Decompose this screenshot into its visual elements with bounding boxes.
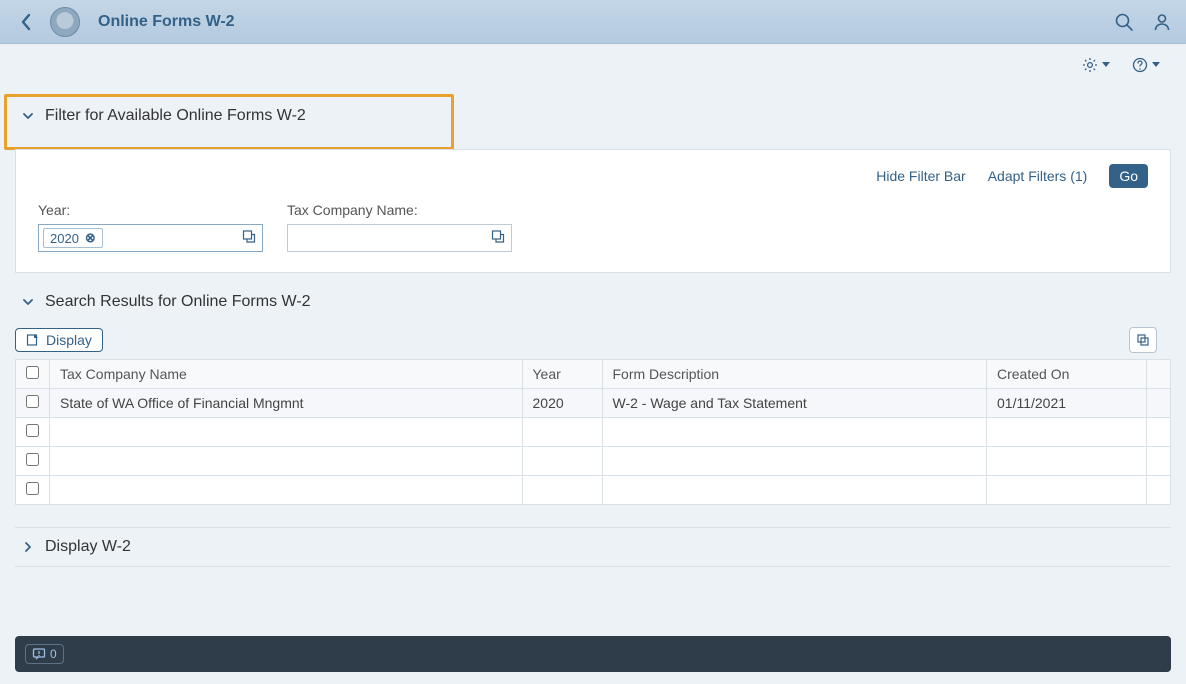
filter-bar: Hide Filter Bar Adapt Filters (1) Go Yea… bbox=[15, 149, 1171, 273]
go-button[interactable]: Go bbox=[1109, 164, 1148, 188]
row-checkbox[interactable] bbox=[26, 453, 39, 466]
cell-created-on: 01/11/2021 bbox=[987, 389, 1147, 418]
adapt-filters-link[interactable]: Adapt Filters (1) bbox=[988, 168, 1088, 184]
year-label: Year: bbox=[38, 202, 263, 218]
results-toolbar: Display bbox=[15, 321, 1171, 359]
display-w2-section-header[interactable]: Display W-2 bbox=[15, 528, 1171, 566]
table-row bbox=[16, 418, 1171, 447]
table-row bbox=[16, 447, 1171, 476]
col-created-on[interactable]: Created On bbox=[987, 360, 1147, 389]
page-action-toolbar bbox=[0, 44, 1186, 84]
select-all-checkbox[interactable] bbox=[26, 366, 39, 379]
chevron-down-icon bbox=[1102, 62, 1110, 67]
token-remove-icon[interactable]: ⊗ bbox=[85, 230, 96, 246]
chevron-right-icon bbox=[21, 540, 35, 554]
export-button[interactable] bbox=[1129, 327, 1157, 353]
row-checkbox[interactable] bbox=[26, 395, 39, 408]
tax-company-filter-field: Tax Company Name: bbox=[287, 202, 512, 252]
col-form-desc[interactable]: Form Description bbox=[602, 360, 987, 389]
display-button-label: Display bbox=[46, 332, 92, 348]
results-section-header[interactable]: Search Results for Online Forms W-2 bbox=[15, 283, 1171, 321]
filter-section-header[interactable]: Filter for Available Online Forms W-2 bbox=[7, 97, 451, 147]
chevron-down-icon bbox=[21, 109, 35, 123]
results-section-title: Search Results for Online Forms W-2 bbox=[45, 293, 311, 311]
display-button[interactable]: Display bbox=[15, 328, 103, 352]
app-title: Online Forms W-2 bbox=[98, 13, 235, 31]
app-header: Online Forms W-2 bbox=[0, 0, 1186, 44]
app-logo-seal bbox=[50, 7, 80, 37]
col-tax-company[interactable]: Tax Company Name bbox=[50, 360, 523, 389]
chevron-down-icon bbox=[1152, 62, 1160, 67]
results-table: Tax Company Name Year Form Description C… bbox=[15, 359, 1171, 505]
row-checkbox[interactable] bbox=[26, 482, 39, 495]
display-w2-title: Display W-2 bbox=[45, 538, 131, 556]
footer-bar: 0 bbox=[15, 636, 1171, 672]
year-token[interactable]: 2020 ⊗ bbox=[43, 228, 103, 248]
search-icon[interactable] bbox=[1114, 12, 1134, 32]
tax-company-text-input[interactable] bbox=[288, 225, 511, 251]
year-filter-field: Year: 2020 ⊗ bbox=[38, 202, 263, 252]
hide-filter-bar-link[interactable]: Hide Filter Bar bbox=[876, 168, 965, 184]
year-token-text: 2020 bbox=[50, 231, 79, 246]
col-year[interactable]: Year bbox=[522, 360, 602, 389]
user-icon[interactable] bbox=[1152, 12, 1172, 32]
cell-tax-company: State of WA Office of Financial Mngmnt bbox=[50, 389, 523, 418]
messages-button[interactable]: 0 bbox=[25, 644, 64, 664]
filter-section-highlight: Filter for Available Online Forms W-2 bbox=[4, 94, 454, 150]
table-row bbox=[16, 476, 1171, 505]
help-menu[interactable] bbox=[1132, 55, 1160, 72]
messages-count: 0 bbox=[50, 647, 57, 661]
tax-company-input[interactable] bbox=[287, 224, 512, 252]
year-input[interactable]: 2020 ⊗ bbox=[38, 224, 263, 252]
tax-company-label: Tax Company Name: bbox=[287, 202, 512, 218]
row-checkbox[interactable] bbox=[26, 424, 39, 437]
table-row[interactable]: State of WA Office of Financial Mngmnt 2… bbox=[16, 389, 1171, 418]
chevron-down-icon bbox=[21, 295, 35, 309]
cell-form-desc: W-2 - Wage and Tax Statement bbox=[602, 389, 987, 418]
filter-section-title: Filter for Available Online Forms W-2 bbox=[45, 107, 306, 125]
value-help-icon[interactable] bbox=[242, 230, 256, 247]
value-help-icon[interactable] bbox=[491, 230, 505, 247]
settings-menu[interactable] bbox=[1082, 55, 1110, 72]
back-button[interactable] bbox=[12, 11, 40, 33]
cell-year: 2020 bbox=[522, 389, 602, 418]
